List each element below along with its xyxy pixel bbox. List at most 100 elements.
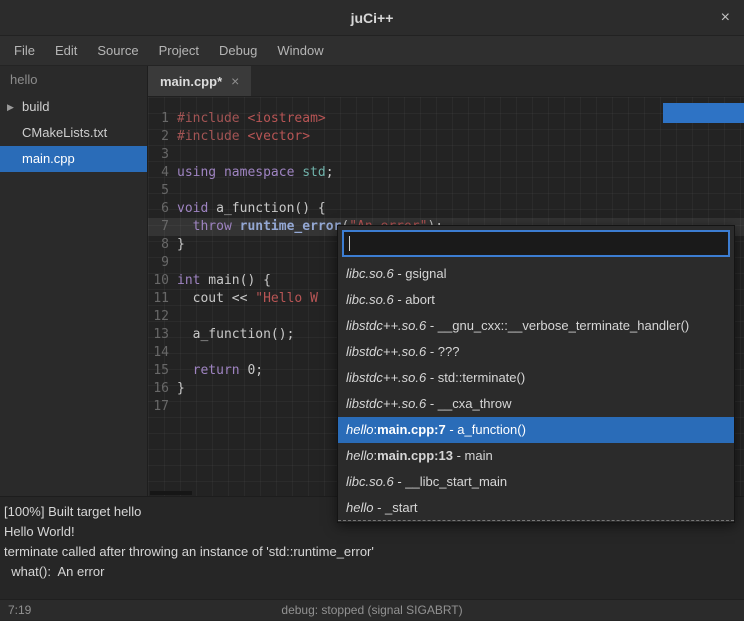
line-number[interactable]: 10 <box>148 272 169 290</box>
stack-item[interactable]: libc.so.6 - gsignal <box>338 261 734 287</box>
stack-list: libc.so.6 - gsignallibc.so.6 - abortlibs… <box>338 261 734 522</box>
line-number[interactable]: 17 <box>148 398 169 416</box>
stack-item[interactable]: hello:main.cpp:13 - main <box>338 443 734 469</box>
stack-item-text: main.cpp:13 <box>377 448 453 463</box>
code-token: "Hello W <box>255 291 318 306</box>
stack-item[interactable]: libc.so.6 - __libc_start_main <box>338 469 734 495</box>
cursor-position: 7:19 <box>8 600 31 620</box>
line-number[interactable]: 1 <box>148 110 169 128</box>
code-line[interactable]: 3 <box>148 146 744 164</box>
code-token: main() { <box>200 273 270 288</box>
code-text: a_function(); <box>177 326 294 344</box>
code-text: int main() { <box>177 272 271 290</box>
tab-label: main.cpp* <box>160 74 222 89</box>
code-token: a_function(); <box>177 327 294 342</box>
stack-item[interactable]: hello - _start <box>338 495 734 521</box>
status-bar: 7:19 debug: stopped (signal SIGABRT) <box>0 599 744 620</box>
code-text: return 0; <box>177 362 263 380</box>
window-close-icon[interactable]: × <box>721 0 730 35</box>
code-line[interactable]: 2 #include <vector> <box>148 128 744 146</box>
line-number[interactable]: 9 <box>148 254 169 272</box>
stack-item-text: hello <box>346 500 373 515</box>
stack-trace-popup: libc.so.6 - gsignallibc.so.6 - abortlibs… <box>337 225 735 523</box>
stack-item-text: - __cxa_throw <box>426 396 511 411</box>
code-token: <iostream> <box>247 111 325 126</box>
code-token: #include <box>177 111 247 126</box>
stack-item-text: libc.so.6 <box>346 292 394 307</box>
stack-search-input[interactable] <box>342 230 730 257</box>
stack-item-text: - __libc_start_main <box>394 474 507 489</box>
code-line[interactable]: 5 <box>148 182 744 200</box>
stack-item-text: - _start <box>373 500 417 515</box>
code-text: using namespace std; <box>177 164 334 182</box>
code-token: runtime_error <box>240 219 342 234</box>
line-number[interactable]: 8 <box>148 236 169 254</box>
stack-item[interactable]: libc.so.6 - abort <box>338 287 734 313</box>
window-title: juCi++ <box>351 10 394 26</box>
code-text: } <box>177 236 185 254</box>
sidebar-item-build[interactable]: ▶build <box>0 94 147 120</box>
tab-close-icon[interactable]: × <box>231 73 239 89</box>
line-number[interactable]: 16 <box>148 380 169 398</box>
code-token: using namespace <box>177 165 294 180</box>
output-line: what(): An error <box>4 562 740 582</box>
line-number[interactable]: 15 <box>148 362 169 380</box>
tab-main-cpp[interactable]: main.cpp* × <box>148 66 251 96</box>
stack-item-text: libstdc++.so.6 <box>346 396 426 411</box>
sidebar-item-main-cpp[interactable]: main.cpp <box>0 146 147 172</box>
line-number[interactable]: 4 <box>148 164 169 182</box>
sidebar: hello ▶buildCMakeLists.txtmain.cpp <box>0 66 148 496</box>
menu-item-debug[interactable]: Debug <box>209 36 267 66</box>
line-number[interactable]: 14 <box>148 344 169 362</box>
menu-item-edit[interactable]: Edit <box>45 36 87 66</box>
file-tree: ▶buildCMakeLists.txtmain.cpp <box>0 94 147 172</box>
menu-item-project[interactable]: Project <box>149 36 209 66</box>
stack-item[interactable]: libstdc++.so.6 - ??? <box>338 339 734 365</box>
code-line[interactable]: 6 void a_function() { <box>148 200 744 218</box>
menu-item-window[interactable]: Window <box>267 36 333 66</box>
scrollbar-indicator[interactable] <box>663 103 744 123</box>
stack-item[interactable]: libstdc++.so.6 - __gnu_cxx::__verbose_te… <box>338 313 734 339</box>
stack-item-text: hello <box>346 422 373 437</box>
code-text: void a_function() { <box>177 200 326 218</box>
code-line[interactable]: 4 using namespace std; <box>148 164 744 182</box>
output-line: Hello World! <box>4 522 740 542</box>
code-token: throw <box>193 219 232 234</box>
menu-item-file[interactable]: File <box>4 36 45 66</box>
line-number[interactable]: 6 <box>148 200 169 218</box>
code-line[interactable]: 1 #include <iostream> <box>148 110 744 128</box>
project-name: hello <box>0 66 147 94</box>
code-token <box>232 219 240 234</box>
stack-item-text: - __gnu_cxx::__verbose_terminate_handler… <box>426 318 689 333</box>
stack-item[interactable]: libstdc++.so.6 - __cxa_throw <box>338 391 734 417</box>
code-token: a_function() { <box>208 201 325 216</box>
horizontal-scrollbar[interactable] <box>150 491 192 495</box>
stack-item-text: - ??? <box>426 344 459 359</box>
line-number[interactable]: 12 <box>148 308 169 326</box>
code-token: std <box>302 165 325 180</box>
stack-item-text: libstdc++.so.6 <box>346 370 426 385</box>
line-number[interactable]: 5 <box>148 182 169 200</box>
debug-status: debug: stopped (signal SIGABRT) <box>0 600 744 620</box>
tab-bar: main.cpp* × <box>148 66 744 97</box>
code-token: #include <box>177 129 247 144</box>
line-number[interactable]: 3 <box>148 146 169 164</box>
menu-bar: FileEditSourceProjectDebugWindow <box>0 36 744 66</box>
code-token <box>177 219 193 234</box>
title-bar: juCi++ × <box>0 0 744 36</box>
stack-item[interactable]: hello:main.cpp:7 - a_function() <box>338 417 734 443</box>
code-token: int <box>177 273 200 288</box>
menu-item-source[interactable]: Source <box>87 36 148 66</box>
line-number[interactable]: 2 <box>148 128 169 146</box>
code-text: } <box>177 380 185 398</box>
code-text: #include <vector> <box>177 128 310 146</box>
code-token: } <box>177 237 185 252</box>
line-number[interactable]: 13 <box>148 326 169 344</box>
line-number[interactable]: 11 <box>148 290 169 308</box>
stack-item[interactable]: libstdc++.so.6 - std::terminate() <box>338 365 734 391</box>
line-number[interactable]: 7 <box>148 218 169 236</box>
expander-icon[interactable]: ▶ <box>7 94 14 120</box>
stack-item-text: - a_function() <box>446 422 526 437</box>
app-window: juCi++ × FileEditSourceProjectDebugWindo… <box>0 0 744 621</box>
sidebar-item-cmakelists-txt[interactable]: CMakeLists.txt <box>0 120 147 146</box>
